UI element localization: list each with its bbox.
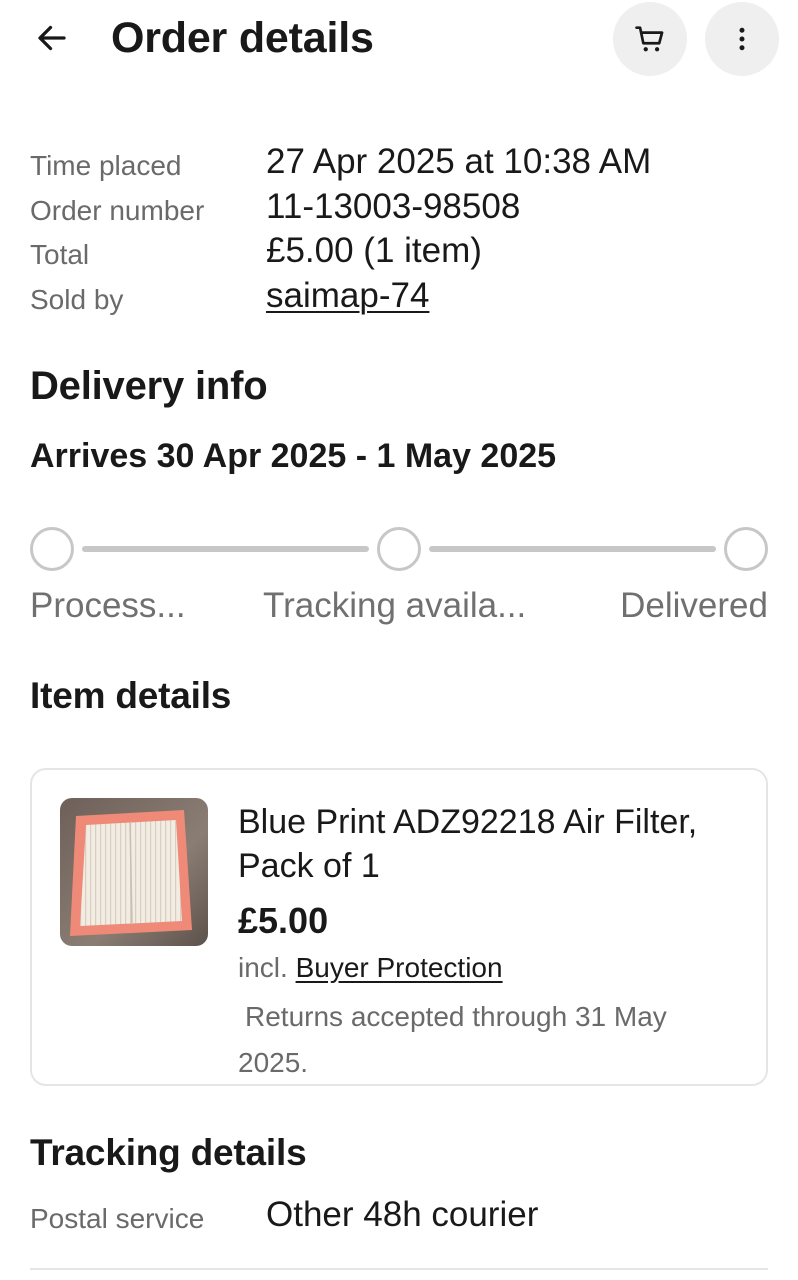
arrow-left-icon [38,25,66,51]
back-button[interactable] [22,8,82,68]
progress-label-processing: Process... [30,586,186,625]
item-details-heading: Item details [30,675,232,716]
progress-label-delivered: Delivered [620,586,768,625]
summary-row-order-number: Order number 11-13003-98508 [30,187,770,232]
progress-label-tracking: Tracking availa... [263,586,527,625]
seller-link[interactable]: saimap-74 [266,276,429,316]
tracking-label: Postal service [30,1203,205,1234]
delivery-info-heading: Delivery info [30,364,268,408]
summary-value: 27 Apr 2025 at 10:38 AM [266,142,652,181]
item-card[interactable]: Blue Print ADZ92218 Air Filter, Pack of … [30,768,768,1086]
item-title[interactable]: Blue Print ADZ92218 Air Filter, Pack of … [238,800,738,888]
progress-step-delivered [724,527,768,571]
order-summary: Time placed 27 Apr 2025 at 10:38 AM Orde… [30,142,770,320]
divider [30,1268,768,1270]
incl-prefix: incl. [238,952,288,983]
summary-value: £5.00 (1 item) [266,231,482,270]
summary-label: Total [30,239,90,270]
delivery-progress [30,526,770,572]
page-title: Order details [111,14,374,62]
arrival-date: Arrives 30 Apr 2025 - 1 May 2025 [30,437,557,475]
cart-button[interactable] [613,2,687,76]
progress-step-processing [30,527,74,571]
tracking-row-postal-service: Postal service Other 48h courier [30,1195,770,1245]
tracking-details-heading: Tracking details [30,1132,307,1173]
progress-step-tracking [377,527,421,571]
progress-line [82,546,369,552]
summary-label: Time placed [30,150,182,181]
more-vertical-icon [739,27,745,51]
app-bar: Order details [0,0,798,78]
summary-label: Sold by [30,283,124,315]
cart-icon [635,26,664,52]
more-options-button[interactable] [705,2,779,76]
buyer-protection-link[interactable]: Buyer Protection [296,952,503,983]
summary-row-sold-by: Sold by saimap-74 [30,276,770,321]
progress-line [429,546,716,552]
summary-row-time-placed: Time placed 27 Apr 2025 at 10:38 AM [30,142,770,187]
buyer-protection-line: incl. Buyer Protection [238,952,503,984]
item-thumbnail[interactable] [60,798,208,946]
summary-row-total: Total £5.00 (1 item) [30,231,770,276]
summary-value: 11-13003-98508 [266,186,521,226]
summary-label: Order number [30,194,205,226]
tracking-value: Other 48h courier [266,1195,539,1234]
air-filter-image [60,798,208,946]
item-price: £5.00 [238,900,329,941]
returns-info: Returns accepted through 31 May 2025. [238,1001,667,1078]
